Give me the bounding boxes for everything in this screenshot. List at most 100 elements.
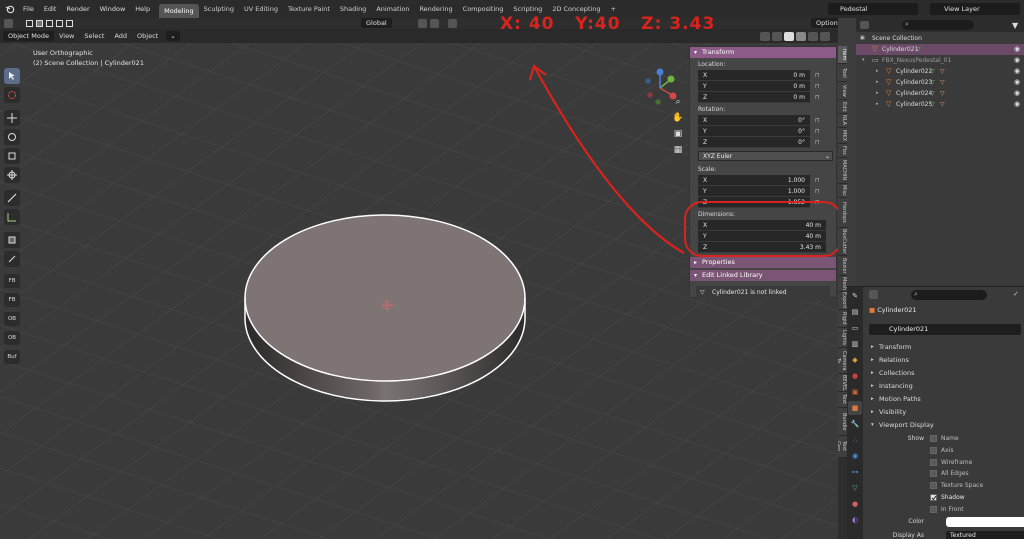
output-tab-icon[interactable]: ▭ xyxy=(848,321,862,335)
select-box-icon[interactable] xyxy=(4,68,20,84)
sidebar-tab-bevel[interactable]: BEVEL xyxy=(838,374,847,392)
scale-x-field[interactable]: X 1.000 xyxy=(698,175,810,186)
tab-rendering[interactable]: Rendering xyxy=(414,0,457,18)
move-icon[interactable] xyxy=(4,110,20,126)
rotation-y-field[interactable]: Y 0° xyxy=(698,126,810,137)
transform-panel-header[interactable]: ▾ Transform xyxy=(690,47,836,58)
viewport-display-option[interactable]: Wireframe xyxy=(869,457,1024,468)
outliner-search-input[interactable]: ⌕ xyxy=(902,20,974,30)
checkbox[interactable] xyxy=(930,446,937,454)
outliner-item[interactable]: ▾ ▭ FBX_NexusPedestal_01 ◉ xyxy=(856,55,1024,66)
checkbox[interactable] xyxy=(930,494,937,501)
lock-icon[interactable]: ⊓ xyxy=(815,128,823,136)
sidebar-tab-fbx[interactable]: Fbx xyxy=(838,144,847,158)
menu-render[interactable]: Render xyxy=(61,0,94,18)
expand-icon[interactable]: ▸ xyxy=(876,77,879,88)
lock-icon[interactable]: ⊓ xyxy=(815,83,823,91)
eye-icon[interactable]: ◉ xyxy=(1014,88,1020,99)
section-relations[interactable]: ▸ Relations xyxy=(869,354,1024,366)
eye-icon[interactable]: ◉ xyxy=(1014,99,1020,110)
lock-icon[interactable]: ⊓ xyxy=(815,188,823,196)
section-transform[interactable]: ▸ Transform xyxy=(869,341,1024,353)
scene-tab-icon[interactable]: ◆ xyxy=(848,353,862,367)
pin-icon[interactable]: ✓ xyxy=(1013,290,1019,298)
add-cube-icon[interactable] xyxy=(4,232,20,248)
annotate-icon[interactable] xyxy=(4,190,20,206)
properties-search-input[interactable]: ⌕ xyxy=(911,290,987,300)
location-y-field[interactable]: Y0 m xyxy=(698,81,810,92)
data-tab-icon[interactable]: ▽ xyxy=(848,481,862,495)
expand-icon[interactable]: ▸ xyxy=(876,99,879,110)
tab-texture-paint[interactable]: Texture Paint xyxy=(283,0,335,18)
tool-tab-icon[interactable]: ✎ xyxy=(848,289,862,303)
section-motion-paths[interactable]: ▸ Motion Paths xyxy=(869,393,1024,405)
sidebar-tab-item[interactable]: Item xyxy=(838,46,847,64)
sidebar-tab-hardops[interactable]: Hardops xyxy=(838,198,847,228)
tab-sculpting[interactable]: Sculpting xyxy=(199,0,239,18)
sidebar-tab-text-gen[interactable]: Text Gen xyxy=(838,436,847,458)
checkbox[interactable] xyxy=(930,482,937,490)
expand-icon[interactable]: ▾ xyxy=(862,55,865,66)
viewport-display-option[interactable]: Show Name xyxy=(869,433,1024,444)
menu-file[interactable]: File xyxy=(18,0,39,18)
eye-icon[interactable]: ◉ xyxy=(1014,66,1020,77)
edit-linked-library-header[interactable]: ▾ Edit Linked Library xyxy=(690,270,836,281)
sidebar-tab-nla[interactable]: NLA xyxy=(838,114,847,128)
transform-icon[interactable] xyxy=(4,167,20,183)
viewport-display-option[interactable]: Shadow xyxy=(869,492,1024,503)
viewport-display-option[interactable]: In Front xyxy=(869,504,1024,515)
tab-animation[interactable]: Animation xyxy=(371,0,414,18)
rotate-icon[interactable] xyxy=(4,129,20,145)
location-x-field[interactable]: X0 m xyxy=(698,70,810,81)
outliner-scene-collection[interactable]: ▣ Scene Collection xyxy=(856,33,1024,44)
tab-modeling[interactable]: Modeling xyxy=(159,4,199,18)
blender-logo-icon[interactable] xyxy=(2,0,18,18)
menu-help[interactable]: Help xyxy=(130,0,155,18)
expand-icon[interactable]: ▸ xyxy=(876,88,879,99)
outliner-item[interactable]: ▽ Cylinder021 ▽ ◉ xyxy=(856,44,1024,55)
rotation-z-field[interactable]: Z 0° xyxy=(698,137,810,148)
cursor-icon[interactable] xyxy=(4,87,20,103)
script-button-fb-1[interactable]: FB xyxy=(4,274,20,288)
rotation-mode-dropdown[interactable]: XYZ Euler ⌄ xyxy=(698,151,833,161)
sidebar-tab-bundle[interactable]: Bundle xyxy=(838,408,847,436)
render-tab-icon[interactable]: ▤ xyxy=(848,305,862,319)
lock-icon[interactable]: ⊓ xyxy=(815,94,823,102)
menu-edit[interactable]: Edit xyxy=(39,0,62,18)
script-button-ob-1[interactable]: OB xyxy=(4,312,20,326)
extrude-icon[interactable] xyxy=(4,251,20,267)
outliner-item[interactable]: ▸ ▽ Cylinder023 ▽ ▽ ◉ xyxy=(856,77,1024,88)
modifier-tab-icon[interactable]: 🔧 xyxy=(848,417,862,431)
scale-y-field[interactable]: Y 1.000 xyxy=(698,186,810,197)
expand-icon[interactable]: ▸ xyxy=(876,66,879,77)
sidebar-tab-mkx[interactable]: MKX xyxy=(838,128,847,144)
eye-icon[interactable]: ◉ xyxy=(1014,44,1020,55)
script-button-buf[interactable]: Buf xyxy=(4,350,20,364)
tab-shading[interactable]: Shading xyxy=(335,0,371,18)
material-tab-icon[interactable]: ● xyxy=(848,497,862,511)
sidebar-tab-misc[interactable]: Misc xyxy=(838,184,847,198)
scale-icon[interactable] xyxy=(4,148,20,164)
object-tab-icon[interactable]: ■ xyxy=(848,401,862,415)
editor-type-icon[interactable] xyxy=(869,290,878,299)
section-visibility[interactable]: ▸ Visibility xyxy=(869,406,1024,418)
viewport-display-option[interactable]: Axis xyxy=(869,445,1024,456)
location-z-field[interactable]: Z0 m xyxy=(698,92,810,103)
outliner-item[interactable]: ▸ ▽ Cylinder022 ▽ ▽ ◉ xyxy=(856,66,1024,77)
color-swatch[interactable] xyxy=(946,517,1024,527)
menu-window[interactable]: Window xyxy=(95,0,131,18)
lock-icon[interactable]: ⊓ xyxy=(815,72,823,80)
lock-icon[interactable]: ⊓ xyxy=(815,177,823,185)
sidebar-tab-machin[interactable]: MACHIN xyxy=(838,158,847,184)
constraints-tab-icon[interactable]: ⊶ xyxy=(848,465,862,479)
sidebar-tab-text[interactable]: Text xyxy=(838,392,847,408)
physics-tab-icon[interactable]: ◉ xyxy=(848,449,862,463)
grid-icon[interactable]: ▦ xyxy=(672,144,684,156)
sidebar-tab-camera-to[interactable]: Camera To xyxy=(838,348,847,374)
viewport-display-option[interactable]: Texture Space xyxy=(869,480,1024,491)
scene-selector[interactable]: Pedestal xyxy=(828,3,918,15)
world-tab-icon[interactable]: ● xyxy=(848,369,862,383)
texture-tab-icon[interactable]: ◐ xyxy=(848,513,862,527)
zoom-icon[interactable]: ⌕ xyxy=(672,96,684,108)
collection-tab-icon[interactable]: ▣ xyxy=(848,385,862,399)
